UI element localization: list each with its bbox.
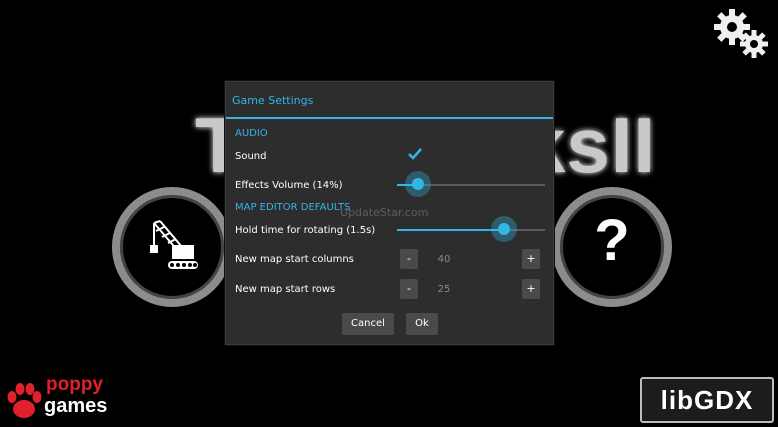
logo-poppy-text: poppy [46,374,103,395]
hold-time-slider[interactable] [397,216,545,242]
hold-time-fill [397,229,504,231]
gears-icon[interactable] [712,8,772,62]
effects-volume-label: Effects Volume (14%) [235,180,343,191]
rows-increment-button[interactable]: + [522,279,540,299]
rows-label: New map start rows [235,284,336,295]
sound-label: Sound [235,151,267,162]
libgdx-logo: libGDX [640,377,774,423]
hold-time-thumb[interactable] [491,216,517,242]
checkmark-icon [408,148,422,160]
rows-value: 25 [437,284,451,295]
effects-volume-slider[interactable] [397,171,545,197]
question-icon: ? [594,208,630,273]
logo-games-text: games [44,395,108,417]
map-editor-section-header: MAP EDITOR DEFAULTS [235,202,351,213]
columns-decrement-button[interactable]: - [400,249,418,269]
watermark-text: UpdateStar.com [340,206,429,219]
paw-icon [7,383,42,418]
map-editor-button[interactable] [112,187,232,307]
poppy-games-logo: poppy games [6,375,110,423]
columns-value: 40 [437,254,451,265]
crane-icon [150,220,198,269]
columns-label: New map start columns [235,254,354,265]
sound-checkbox[interactable] [407,146,423,160]
libgdx-logo-text: libGDX [660,385,754,415]
cancel-button[interactable]: Cancel [342,313,394,335]
help-button[interactable]: ? [552,187,672,307]
audio-section-header: AUDIO [235,128,268,139]
hold-time-label: Hold time for rotating (1.5s) [235,225,376,236]
columns-increment-button[interactable]: + [522,249,540,269]
rows-decrement-button[interactable]: - [400,279,418,299]
dialog-title: Game Settings [232,94,314,107]
title-divider [226,117,553,119]
effects-volume-thumb[interactable] [405,171,431,197]
ok-button[interactable]: Ok [406,313,438,335]
